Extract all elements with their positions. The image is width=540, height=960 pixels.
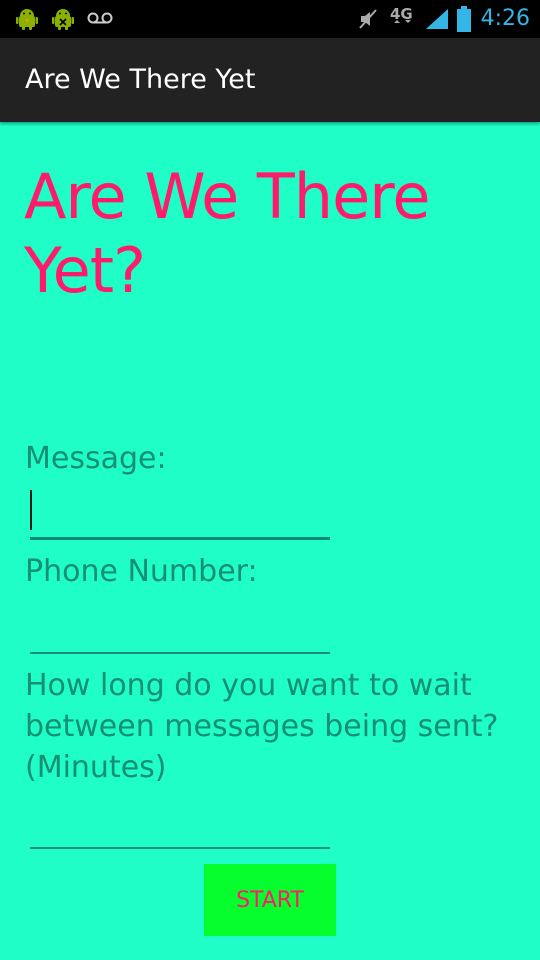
message-field[interactable] [30,490,330,540]
status-time: 4:26 [480,6,530,31]
mute-icon [359,9,377,29]
message-field-underline [30,537,330,540]
wait-minutes-field-underline [30,847,330,849]
message-label: Message: [25,441,167,476]
voicemail-icon [87,12,113,24]
signal-icon [426,9,448,29]
wait-minutes-field[interactable] [30,799,330,849]
android-debug-icon [16,9,38,30]
main-content: Are We There Yet? Message: Phone Number:… [0,122,540,960]
page-headline: Are We There Yet? [24,160,431,307]
network-4g-icon: 4G [390,5,413,23]
phone-number-label: Phone Number: [25,554,258,589]
text-cursor [30,490,32,530]
wait-minutes-label: How long do you want to wait between mes… [25,668,499,785]
app-title: Are We There Yet [25,64,256,95]
android-debug-icon [52,9,74,30]
status-bar: 4G 4:26 [0,0,540,38]
battery-icon [457,6,471,32]
action-bar: Are We There Yet [0,38,540,122]
phone-number-field[interactable] [30,604,330,654]
phone-number-field-underline [30,652,330,654]
start-button[interactable]: START [204,864,336,936]
